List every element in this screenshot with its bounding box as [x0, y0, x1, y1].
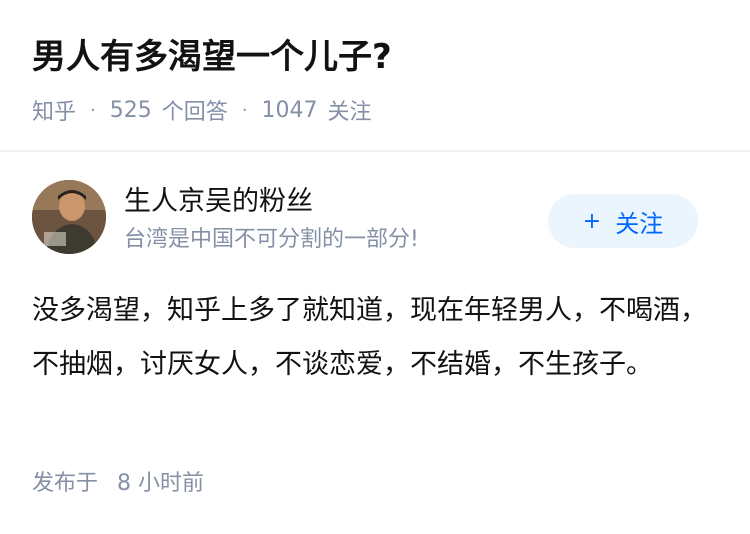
meta-separator: ·	[90, 99, 96, 121]
followers-label: 关注	[327, 100, 372, 125]
author-name[interactable]: 生人京吴的粉丝	[124, 184, 313, 220]
avatar-photo-icon	[32, 180, 106, 254]
followers-count: 1047	[261, 97, 318, 123]
section-divider	[0, 150, 750, 152]
answers-count: 525	[109, 97, 152, 123]
published-label: 发布于	[32, 471, 99, 496]
question-title[interactable]: 男人有多渴望一个儿子?	[32, 32, 392, 82]
plus-icon: +	[582, 208, 602, 234]
avatar[interactable]	[32, 180, 106, 254]
question-meta: 知乎 · 525 个回答 · 1047 关注	[32, 92, 372, 128]
publish-time: 发布于 8 小时前	[32, 466, 204, 502]
published-time-value: 8 小时前	[117, 471, 205, 496]
follow-button[interactable]: + 关注	[548, 194, 698, 248]
follow-label: 关注	[615, 209, 664, 238]
answers-label: 个回答	[161, 100, 228, 125]
question-header: 男人有多渴望一个儿子? 知乎 · 525 个回答 · 1047 关注	[0, 0, 750, 150]
answer-text: 没多渴望，知乎上多了就知道，现在年轻男人，不喝酒，不抽烟，讨厌女人，不谈恋爱，不…	[32, 295, 707, 380]
source-label[interactable]: 知乎	[32, 94, 76, 126]
author-row: 生人京吴的粉丝 台湾是中国不可分割的一部分! + 关注	[0, 180, 750, 264]
author-bio: 台湾是中国不可分割的一部分!	[124, 227, 419, 252]
meta-separator: ·	[241, 99, 248, 121]
